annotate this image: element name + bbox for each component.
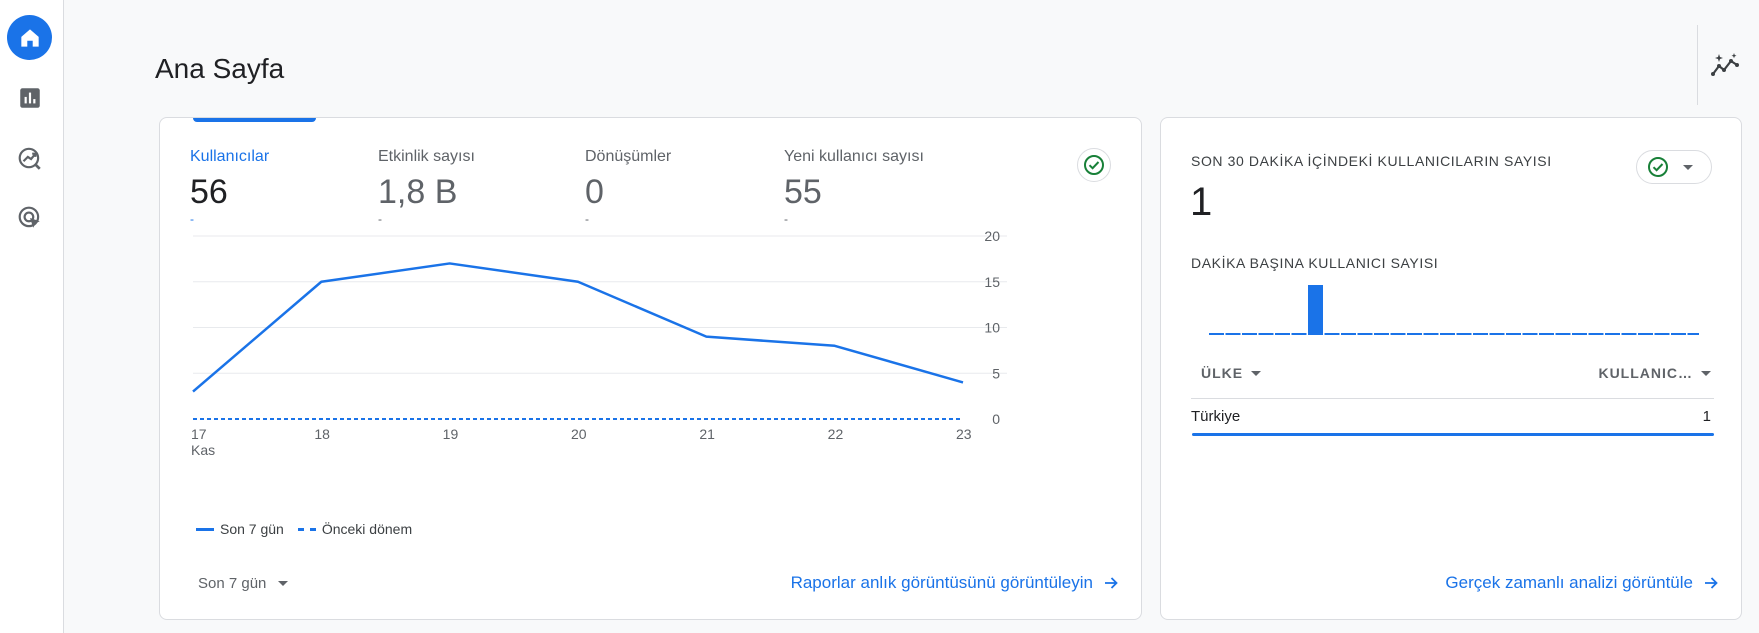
link-label: Gerçek zamanlı analizi görüntüle	[1445, 573, 1693, 592]
minute-bar	[1506, 333, 1521, 335]
per-minute-title: DAKİKA BAŞINA KULLANICI SAYISI	[1191, 255, 1439, 271]
y-tick-label: 0	[992, 411, 1000, 427]
minute-bar	[1473, 333, 1488, 335]
minute-bar	[1341, 333, 1356, 335]
table-row-country: Türkiye	[1191, 408, 1241, 425]
legend-swatch-dashed	[297, 527, 316, 531]
date-range-value: Son 7 gün	[198, 575, 267, 592]
caret-down-icon	[278, 581, 289, 586]
table-header-divider	[1191, 398, 1714, 399]
x-tick-label: 17	[191, 426, 207, 442]
legend-label: Önceki dönem	[321, 521, 413, 537]
column-label: ÜLKE	[1201, 365, 1244, 381]
view-realtime-link[interactable]: Gerçek zamanlı analizi görüntüle	[1445, 573, 1719, 593]
realtime-status-dropdown[interactable]	[1636, 150, 1712, 184]
minute-bar	[1291, 333, 1307, 335]
minute-bar	[1489, 333, 1505, 335]
minute-bar	[1390, 333, 1406, 335]
link-label: Raporlar anlık görüntüsünü görüntüleyin	[790, 573, 1093, 592]
date-range-dropdown[interactable]: Son 7 gün	[198, 575, 289, 592]
minute-bar	[1423, 333, 1439, 335]
minute-bar	[1357, 333, 1373, 335]
minute-bar	[1407, 333, 1422, 335]
minute-bar	[1522, 333, 1538, 335]
minute-bar	[1324, 333, 1340, 335]
minute-bar	[1242, 333, 1257, 335]
y-tick-label: 20	[984, 228, 1000, 244]
minute-bar	[1671, 333, 1686, 335]
x-tick-label: 19	[443, 426, 459, 442]
nav-explore-button[interactable]	[7, 135, 52, 180]
nav-advertising-button[interactable]	[7, 195, 52, 240]
minute-bar	[1555, 333, 1571, 335]
arrow-right-icon	[1105, 577, 1118, 589]
legend-item-current: Son 7 gün	[196, 521, 284, 537]
realtime-card: SON 30 DAKİKA İÇİNDEKİ KULLANICILARIN SA…	[1160, 117, 1742, 620]
y-tick-label: 5	[992, 365, 1000, 381]
minute-bar	[1209, 333, 1224, 335]
legend-swatch-solid	[196, 527, 214, 531]
page-title: Ana Sayfa	[155, 53, 285, 84]
left-nav-rail	[0, 0, 64, 633]
realtime-user-count: 1	[1190, 180, 1213, 224]
minute-bar	[1687, 333, 1699, 335]
minute-bar	[1572, 333, 1587, 335]
table-row-share-bar	[1192, 433, 1714, 436]
caret-down-icon	[1251, 370, 1262, 376]
minute-bar	[1539, 333, 1554, 335]
minute-bar	[1456, 333, 1472, 335]
y-tick-label: 10	[984, 320, 1000, 336]
overview-card: Kullanıcılar 56 - Etkinlik sayısı 1,8 B …	[159, 117, 1142, 620]
minute-bar	[1225, 333, 1241, 335]
legend-item-previous: Önceki dönem	[297, 521, 413, 537]
caret-down-icon	[1701, 370, 1711, 376]
minute-bar	[1440, 333, 1455, 335]
cursor-target-icon	[18, 206, 40, 228]
x-tick-label: 21	[699, 426, 715, 442]
minute-bar	[1605, 333, 1620, 335]
realtime-title: SON 30 DAKİKA İÇİNDEKİ KULLANICILARIN SA…	[1191, 153, 1552, 169]
x-tick-label: 18	[314, 426, 330, 442]
check-circle-icon	[1648, 157, 1668, 177]
column-label: KULLANIC…	[1598, 365, 1693, 381]
explore-icon	[18, 147, 41, 170]
country-column-header[interactable]: ÜLKE	[1201, 365, 1262, 381]
minute-bar	[1621, 333, 1637, 335]
legend-label: Son 7 gün	[220, 521, 284, 537]
x-tick-sublabel: Kas	[191, 442, 215, 458]
minute-bar	[1638, 333, 1653, 335]
y-tick-label: 15	[984, 274, 1000, 290]
arrow-right-icon	[1705, 577, 1718, 589]
caret-down-icon	[1683, 164, 1693, 170]
nav-home-button[interactable]	[7, 15, 52, 60]
minute-bar	[1654, 333, 1670, 335]
minute-bar	[1588, 333, 1604, 335]
minute-bar	[1258, 333, 1274, 335]
nav-reports-button[interactable]	[7, 75, 52, 120]
insights-sparkle-icon	[1711, 53, 1739, 76]
users-line-chart: 0 5 10 15 20 17 18 19 20 21 22 23 Kas	[191, 228, 1007, 458]
minute-bar	[1374, 333, 1389, 335]
x-tick-label: 22	[828, 426, 844, 442]
table-row-value: 1	[1702, 408, 1711, 425]
x-tick-label: 20	[571, 426, 587, 442]
bar-chart-icon	[19, 87, 40, 108]
minute-bar	[1275, 333, 1290, 335]
per-minute-bar-chart	[1209, 285, 1699, 335]
users-column-header[interactable]: KULLANIC…	[1598, 365, 1711, 381]
view-reports-snapshot-link[interactable]: Raporlar anlık görüntüsünü görüntüleyin	[791, 573, 1119, 593]
insights-button[interactable]	[1700, 45, 1750, 85]
x-tick-label: 23	[956, 426, 972, 442]
chart-legend: Son 7 gün Önceki dönem	[196, 521, 426, 537]
minute-bar	[1308, 285, 1323, 335]
header-divider	[1697, 25, 1698, 105]
home-icon	[20, 28, 39, 47]
